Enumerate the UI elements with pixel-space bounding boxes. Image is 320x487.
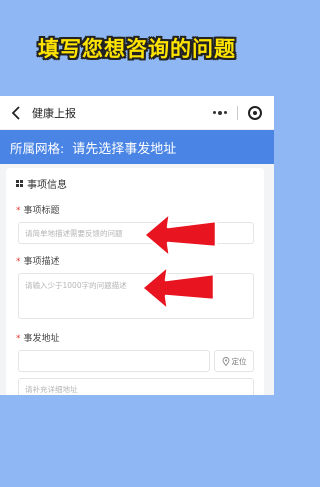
banner-title: 填写您想咨询的问题 <box>38 37 236 61</box>
grid-selector[interactable]: 所属网格: 请先选择事发地址 <box>0 130 274 164</box>
capsule-divider <box>237 105 238 120</box>
phone-screen: 健康上报 所属网格: 请先选择事发地址 事项信息 * 事项标题 请简单地描述需要反… <box>0 96 274 395</box>
close-target-icon[interactable] <box>248 105 262 120</box>
detail-placeholder: 请补充详细地址 <box>25 384 78 394</box>
red-arrow-icon <box>140 264 216 312</box>
locate-label: 定位 <box>231 356 247 366</box>
form-card: 事项信息 * 事项标题 请简单地描述需要反馈的问题 * 事项描述 请输入少于1000… <box>6 168 264 395</box>
navbar: 健康上报 <box>0 96 274 130</box>
address-row: 定位 <box>18 350 254 372</box>
grid-value: 请先选择事发地址 <box>72 141 177 157</box>
title-field-label: * 事项标题 <box>16 206 60 216</box>
mini-program-capsule <box>213 105 262 120</box>
page-title: 健康上报 <box>32 106 76 120</box>
back-icon[interactable] <box>8 105 24 121</box>
grid-icon <box>16 180 23 187</box>
red-arrow-icon <box>142 211 218 259</box>
section-header: 事项信息 <box>6 168 264 199</box>
description-textarea[interactable]: 请输入少于1000字的问题描述 <box>18 273 254 319</box>
addr-field-label: * 事发地址 <box>16 334 60 344</box>
section-title: 事项信息 <box>27 180 67 191</box>
address-input[interactable] <box>18 350 210 372</box>
more-icon[interactable] <box>213 110 227 115</box>
banner: 填写您想咨询的问题 <box>0 0 274 96</box>
title-placeholder: 请简单地描述需要反馈的问题 <box>25 228 123 238</box>
locate-button[interactable]: 定位 <box>214 350 254 372</box>
desc-field-label: * 事项描述 <box>16 257 60 267</box>
location-pin-icon <box>222 356 229 366</box>
grid-label: 所属网格: <box>10 140 65 156</box>
detail-address-input[interactable]: 请补充详细地址 <box>18 378 254 395</box>
description-placeholder: 请输入少于1000字的问题描述 <box>25 281 127 290</box>
